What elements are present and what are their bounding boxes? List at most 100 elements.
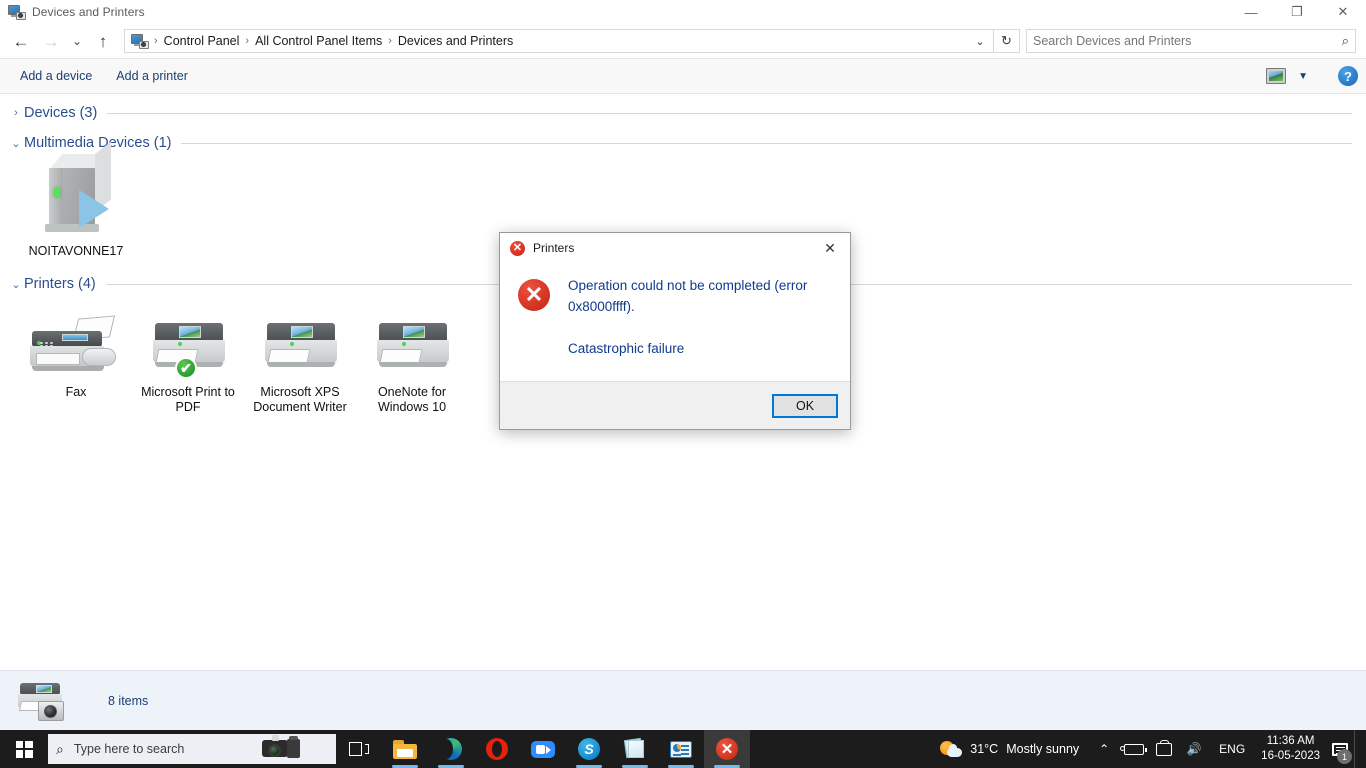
group-header-multimedia-devices[interactable]: ⌄ Multimedia Devices (1) (0, 132, 1366, 154)
group-title-multimedia-devices: Multimedia Devices (1) (24, 135, 172, 151)
dialog-footer: OK (500, 381, 850, 429)
recent-locations-icon[interactable]: ⌄ (66, 26, 88, 56)
chevron-down-icon[interactable]: ⌄ (8, 278, 24, 291)
tile-art (20, 141, 132, 238)
fax-icon (26, 315, 126, 379)
notifications-button[interactable]: 1 (1326, 730, 1354, 768)
command-bar-right: ▼ ? (1266, 66, 1358, 86)
breadcrumb[interactable]: › Control Panel › All Control Panel Item… (124, 29, 994, 53)
system-tray: 31°C Mostly sunny ⌃ 🔊 ENG 11:36 AM 16-05… (930, 730, 1366, 768)
language-indicator[interactable]: ENG (1209, 742, 1255, 756)
view-options-icon[interactable] (1266, 68, 1287, 84)
add-a-printer-button[interactable]: Add a printer (106, 64, 198, 88)
tile-label: Fax (65, 385, 87, 399)
add-a-device-button[interactable]: Add a device (10, 64, 102, 88)
battery-icon[interactable] (1119, 730, 1149, 768)
error-icon: ✕ (716, 738, 738, 760)
weather-temperature: 31°C (970, 742, 999, 756)
printer-tile-microsoft-print-to-pdf[interactable]: ✔ Microsoft Print to PDF (132, 305, 244, 415)
taskbar-button-skype[interactable]: S (566, 730, 612, 768)
breadcrumb-item-control-panel[interactable]: Control Panel (159, 32, 245, 50)
breadcrumb-item-all-control-panel-items[interactable]: All Control Panel Items (250, 32, 387, 50)
skype-icon: S (578, 738, 600, 760)
breadcrumb-root-icon (131, 33, 149, 49)
taskbar-search-box[interactable]: ⌕ Type here to search (48, 734, 336, 764)
group-divider (107, 112, 1352, 114)
media-device-icon (35, 141, 117, 238)
back-button[interactable]: ← (6, 26, 36, 56)
printers-error-dialog: ✕ Printers ✕ ✕ Operation could not be co… (499, 232, 851, 430)
task-view-icon (349, 741, 369, 757)
taskbar-button-control-panel[interactable] (658, 730, 704, 768)
printer-icon (257, 319, 343, 379)
taskbar-app-buttons: S ✕ (336, 730, 750, 768)
window-controls: — ❐ ✕ (1228, 0, 1366, 24)
file-explorer-icon (393, 739, 417, 759)
camera-icon[interactable] (1149, 730, 1179, 768)
opera-icon (486, 738, 508, 760)
camera-icon (260, 734, 302, 764)
volume-icon[interactable]: 🔊 (1179, 730, 1209, 768)
weather-icon (940, 740, 963, 758)
taskbar-search-input[interactable]: Type here to search (74, 742, 184, 756)
breadcrumb-item-devices-and-printers[interactable]: Devices and Printers (393, 32, 518, 50)
dialog-message-line2: Catastrophic failure (568, 341, 685, 356)
dialog-close-button[interactable]: ✕ (810, 233, 850, 263)
status-bar: 8 items (0, 670, 1366, 730)
address-bar: ← → ⌄ ↑ › Control Panel › All Control Pa… (0, 24, 1366, 58)
tile-art (356, 309, 468, 379)
ok-button[interactable]: OK (772, 393, 838, 418)
search-icon: ⌕ (56, 740, 64, 757)
address-history-chevron-down-icon[interactable]: ⌄ (969, 35, 991, 48)
search-icon: ⌕ (1341, 33, 1349, 48)
search-box[interactable]: Search Devices and Printers ⌕ (1026, 29, 1356, 53)
forward-button[interactable]: → (36, 26, 66, 56)
chevron-down-icon[interactable]: ▼ (1298, 71, 1308, 82)
sticky-notes-icon (623, 737, 645, 759)
start-button[interactable] (0, 730, 48, 768)
tile-art (244, 309, 356, 379)
printer-icon: ✔ (145, 319, 231, 379)
search-input[interactable]: Search Devices and Printers (1033, 34, 1342, 48)
taskbar-button-file-explorer[interactable] (382, 730, 428, 768)
taskbar: ⌕ Type here to search S ✕ 31°C Mostly su… (0, 730, 1366, 768)
window-title-bar: Devices and Printers — ❐ ✕ (0, 0, 1366, 24)
taskbar-button-sticky-notes[interactable] (612, 730, 658, 768)
up-button[interactable]: ↑ (88, 26, 118, 56)
printer-tile-microsoft-xps-document-writer[interactable]: Microsoft XPS Document Writer (244, 305, 356, 415)
dialog-message-line1: Operation could not be completed (error … (568, 278, 808, 314)
command-bar: Add a device Add a printer ▼ ? (0, 58, 1366, 94)
taskbar-button-opera[interactable] (474, 730, 520, 768)
clock[interactable]: 11:36 AM 16-05-2023 (1255, 734, 1326, 764)
close-button[interactable]: ✕ (1320, 0, 1366, 24)
show-desktop-button[interactable] (1354, 730, 1360, 768)
taskbar-button-task-view[interactable] (336, 730, 382, 768)
clock-time: 11:36 AM (1266, 735, 1315, 747)
printer-tile-fax[interactable]: Fax (20, 305, 132, 415)
control-panel-icon (670, 740, 692, 758)
dialog-message: Operation could not be completed (error … (568, 275, 832, 381)
tile-label: NOITAVONNE17 (28, 244, 124, 258)
microsoft-edge-icon (439, 738, 462, 760)
device-tile-noitavonne17[interactable]: NOITAVONNE17 (20, 141, 132, 259)
taskbar-button-printers-error[interactable]: ✕ (704, 730, 750, 768)
taskbar-button-microsoft-edge[interactable] (428, 730, 474, 768)
dialog-title-bar: ✕ Printers ✕ (500, 233, 850, 263)
help-icon[interactable]: ? (1338, 66, 1358, 86)
printer-tile-onenote-for-windows-10[interactable]: OneNote for Windows 10 (356, 305, 468, 415)
group-header-devices[interactable]: › Devices (3) (0, 102, 1366, 124)
error-icon: ✕ (510, 240, 525, 256)
refresh-button[interactable]: ↻ (994, 29, 1020, 53)
minimize-button[interactable]: — (1228, 0, 1274, 24)
weather-description: Mostly sunny (1006, 742, 1080, 756)
group-title-devices: Devices (3) (24, 105, 98, 121)
taskbar-button-zoom[interactable] (520, 730, 566, 768)
details-pane-icon (14, 677, 70, 725)
weather-widget[interactable]: 31°C Mostly sunny (930, 740, 1089, 758)
chevron-right-icon[interactable]: › (8, 107, 24, 119)
chevron-down-icon[interactable]: ⌄ (8, 137, 24, 150)
windows-logo-icon (15, 740, 33, 758)
tile-art: ✔ (132, 309, 244, 379)
maximize-button[interactable]: ❐ (1274, 0, 1320, 24)
show-hidden-icons-chevron-up-icon[interactable]: ⌃ (1089, 730, 1119, 768)
